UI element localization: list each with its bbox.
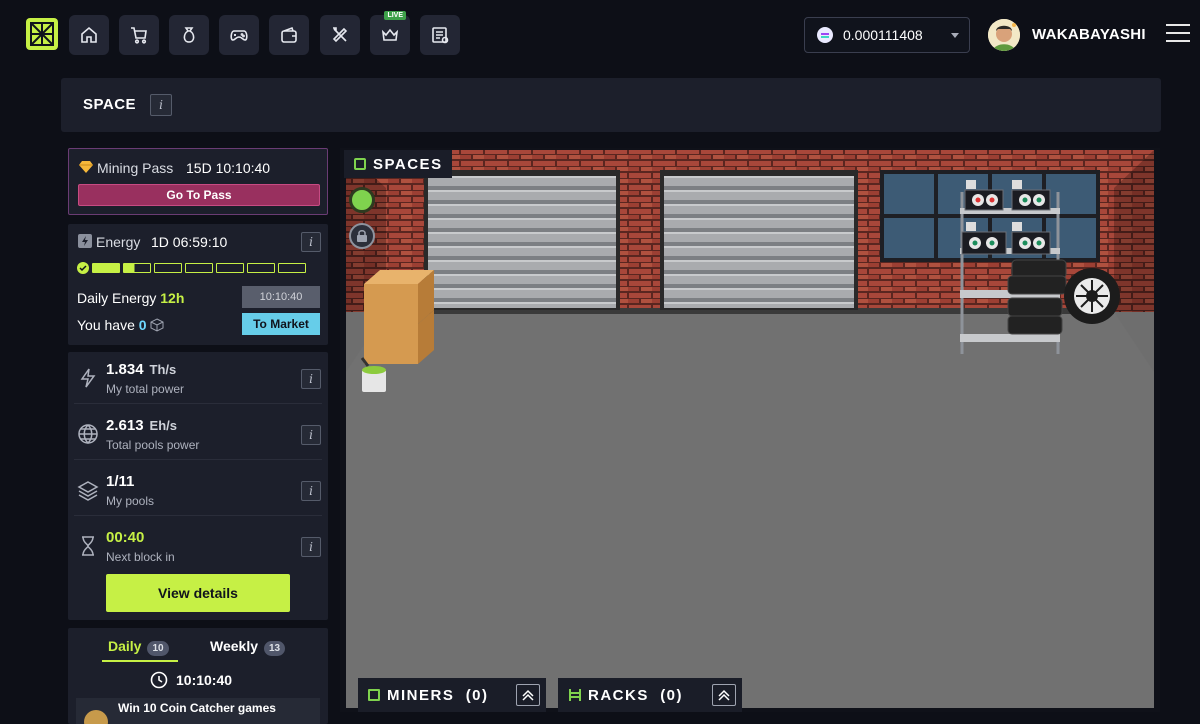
hourglass-icon	[82, 536, 94, 556]
home-icon	[81, 26, 97, 43]
logo-icon[interactable]	[26, 18, 58, 50]
go-to-pass-button[interactable]: Go To Pass	[78, 184, 320, 206]
cube-icon	[150, 318, 164, 332]
diamond-icon	[79, 161, 93, 173]
stat-total-power: 1.834 Th/s My total power i	[74, 352, 322, 404]
energy-info-icon[interactable]: i	[301, 232, 321, 252]
globe-icon	[78, 424, 98, 445]
nav-live-button[interactable]: LIVE	[370, 11, 410, 55]
energy-timer: 1D 06:59:10	[151, 234, 228, 250]
energy-bar	[77, 261, 319, 275]
stat-next-block: 00:40 Next block in i	[74, 520, 322, 572]
stat-pools-power: 2.613 Eh/s Total pools power i	[74, 408, 322, 460]
view-details-button[interactable]: View details	[106, 574, 290, 612]
top-nav: LIVE 0.000111408 WAKABAYASHI	[0, 0, 1200, 70]
door-icon	[354, 158, 366, 170]
clock-icon	[150, 671, 168, 689]
nav-home-button[interactable]	[69, 15, 109, 55]
cart-icon	[131, 27, 147, 44]
nav-bag-button[interactable]	[169, 15, 209, 55]
tab-daily-underline	[102, 660, 178, 662]
room-active-indicator[interactable]	[349, 187, 375, 213]
coin-catcher-icon	[84, 710, 108, 724]
stat-info-icon[interactable]: i	[301, 537, 321, 557]
lock-icon	[357, 230, 367, 242]
racks-tab[interactable]: RACKS (0)	[558, 678, 742, 712]
page-title: SPACE	[83, 96, 137, 113]
wallet-icon	[281, 26, 297, 43]
garage-illustration	[340, 150, 1160, 712]
nav-wallet-button[interactable]	[269, 15, 309, 55]
stat-info-icon[interactable]: i	[301, 369, 321, 389]
layers-icon	[77, 481, 99, 501]
energy-countdown: 10:10:40	[242, 286, 320, 308]
daily-energy: Daily Energy 12h	[77, 290, 185, 306]
stat-info-icon[interactable]: i	[301, 481, 321, 501]
bolt-icon	[80, 368, 96, 388]
gamepad-icon	[230, 30, 248, 41]
miner-icon	[368, 689, 380, 701]
nav-tasks-button[interactable]	[420, 15, 460, 55]
menu-icon[interactable]	[1166, 24, 1190, 44]
you-have: You have 0	[77, 317, 164, 333]
coin-icon	[817, 27, 833, 43]
stats-card: 1.834 Th/s My total power i 2.613 Eh/s Tot…	[68, 352, 328, 620]
stat-info-icon[interactable]: i	[301, 425, 321, 445]
tab-daily[interactable]: Daily 10	[108, 638, 169, 656]
garage-scene[interactable]: SPACES MINERS (0) RACKS (0)	[340, 148, 1160, 712]
to-market-button[interactable]: To Market	[242, 313, 320, 335]
mining-pass-card: Mining Pass 15D 10:10:40 Go To Pass	[68, 148, 328, 215]
tasks-icon	[432, 27, 449, 44]
chevron-up-icon[interactable]	[516, 684, 540, 706]
chevron-up-icon[interactable]	[712, 684, 736, 706]
room-locked-button[interactable]	[349, 223, 375, 249]
quest-item[interactable]: Win 10 Coin Catcher games	[76, 698, 320, 724]
rack-icon	[569, 689, 581, 701]
miners-tab[interactable]: MINERS (0)	[358, 678, 546, 712]
bag-icon	[183, 27, 195, 43]
energy-label: Energy	[96, 234, 141, 250]
check-icon	[77, 262, 89, 274]
space-header: SPACE i	[61, 78, 1161, 132]
quests-card: Daily 10 Weekly 13 10:10:40 Win 10 Coin Ca…	[68, 628, 328, 724]
nav-shop-button[interactable]	[119, 15, 159, 55]
avatar[interactable]	[988, 19, 1020, 51]
balance-value: 0.000111408	[843, 27, 923, 43]
nav-tools-button[interactable]	[320, 15, 360, 55]
live-badge: LIVE	[384, 11, 406, 20]
balance-dropdown[interactable]: 0.000111408	[804, 17, 970, 53]
energy-card: Energy 1D 06:59:10 i Daily Energy 12h 10…	[68, 224, 328, 345]
tab-weekly[interactable]: Weekly 13	[210, 638, 286, 656]
mining-pass-label: Mining Pass	[97, 160, 174, 176]
quest-timer: 10:10:40	[150, 671, 232, 689]
stat-my-pools: 1/11 My pools i	[74, 464, 322, 516]
tools-icon	[332, 27, 348, 43]
username[interactable]: WAKABAYASHI	[1032, 26, 1146, 43]
mining-pass-timer: 15D 10:10:40	[186, 160, 271, 176]
spaces-tab[interactable]: SPACES	[344, 150, 452, 178]
info-icon[interactable]: i	[150, 94, 172, 116]
energy-icon	[78, 234, 92, 248]
crown-icon	[381, 28, 399, 41]
nav-games-button[interactable]	[219, 15, 259, 55]
chevron-down-icon	[951, 33, 959, 38]
